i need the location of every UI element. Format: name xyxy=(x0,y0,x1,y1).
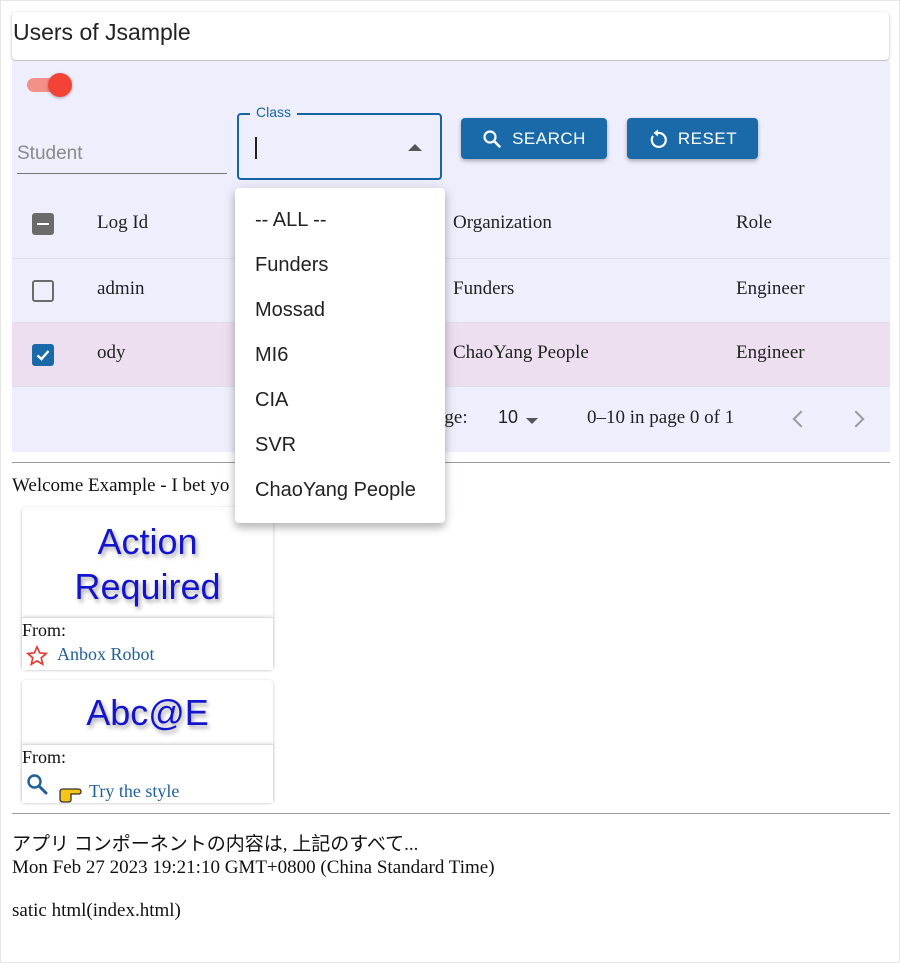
timestamp-text: Mon Feb 27 2023 19:21:10 GMT+0800 (China… xyxy=(12,857,495,878)
table-row[interactable]: admin Funders Engineer xyxy=(12,259,890,323)
class-option-funders[interactable]: Funders xyxy=(235,243,445,288)
select-all-checkbox[interactable] xyxy=(32,213,54,235)
student-field xyxy=(17,139,227,174)
class-option-all[interactable]: -- ALL -- xyxy=(235,198,445,243)
from-label: From: xyxy=(22,620,67,640)
app-bar: Users of Jsample xyxy=(12,12,889,60)
static-html-text: satic html(index.html) xyxy=(12,900,181,921)
check-icon xyxy=(36,350,50,361)
welcome-text: Welcome Example - I bet yo xyxy=(12,475,230,496)
card-headline: Abc@E xyxy=(86,692,209,733)
users-panel: Class SEARCH RESET Log Id Organization R… xyxy=(12,61,890,452)
next-page-icon[interactable] xyxy=(847,410,865,428)
table-row[interactable]: ody ChaoYang People Engineer xyxy=(12,323,890,387)
row-checkbox[interactable] xyxy=(32,344,54,366)
message-card: Abc@E From: Try the style xyxy=(22,680,273,803)
rows-per-page-select[interactable]: 10 xyxy=(498,407,518,428)
cell-logid: admin xyxy=(97,278,145,299)
row-checkbox[interactable] xyxy=(32,280,54,302)
pointing-hand-icon xyxy=(59,788,82,803)
message-card: Action Required From: Anbox Robot xyxy=(22,507,273,670)
cell-organization: Funders xyxy=(453,278,515,299)
class-option-chaoyang-people[interactable]: ChaoYang People xyxy=(235,468,445,513)
divider xyxy=(12,462,890,463)
class-option-mi6[interactable]: MI6 xyxy=(235,333,445,378)
column-header-logid[interactable]: Log Id xyxy=(97,212,148,234)
card-footer: From: Anbox Robot xyxy=(22,617,273,670)
search-icon xyxy=(483,129,501,148)
column-header-organization[interactable]: Organization xyxy=(453,212,552,234)
class-select[interactable]: Class xyxy=(237,104,442,180)
search-button[interactable]: SEARCH xyxy=(461,118,607,159)
table-header: Log Id Organization Role xyxy=(12,190,890,259)
japanese-summary-text: アプリ コンポーネントの内容は, 上記のすべて... xyxy=(12,834,419,855)
chevron-down-icon[interactable] xyxy=(526,418,538,424)
page-info: 0–10 in page 0 of 1 xyxy=(587,407,735,428)
column-header-role[interactable]: Role xyxy=(736,212,772,234)
page-title: Users of Jsample xyxy=(13,19,191,45)
divider xyxy=(12,813,890,814)
toggle-thumb[interactable] xyxy=(48,73,72,97)
table-pagination: age: 10 0–10 in page 0 of 1 xyxy=(12,387,890,452)
text-cursor xyxy=(255,137,257,159)
previous-page-icon[interactable] xyxy=(792,410,810,428)
class-option-cia[interactable]: CIA xyxy=(235,378,445,423)
card-headline: Action Required xyxy=(22,507,273,609)
cell-organization: ChaoYang People xyxy=(453,342,589,363)
reset-button[interactable]: RESET xyxy=(627,118,758,159)
card-footer: From: Try the style xyxy=(22,744,273,803)
try-the-style-link[interactable]: Try the style xyxy=(89,781,179,802)
class-dropdown-menu: -- ALL -- Funders Mossad MI6 CIA SVR Cha… xyxy=(235,188,445,523)
search-button-label: SEARCH xyxy=(512,128,586,148)
card-headline-line2: Required xyxy=(74,566,221,607)
student-input[interactable] xyxy=(17,139,227,169)
reset-icon xyxy=(650,129,667,148)
search-icon xyxy=(27,774,48,795)
class-option-mossad[interactable]: Mossad xyxy=(235,288,445,333)
cell-logid: ody xyxy=(97,342,126,363)
class-label: Class xyxy=(250,104,298,120)
star-outline-icon xyxy=(26,645,48,666)
cell-role: Engineer xyxy=(736,342,805,363)
caret-up-icon[interactable] xyxy=(408,144,422,151)
toggle-switch[interactable] xyxy=(27,73,75,97)
class-option-svr[interactable]: SVR xyxy=(235,423,445,468)
reset-button-label: RESET xyxy=(677,128,738,148)
anbox-robot-link[interactable]: Anbox Robot xyxy=(57,644,155,665)
card-headline-line1: Action xyxy=(97,521,198,562)
from-label: From: xyxy=(22,747,67,767)
cell-role: Engineer xyxy=(736,278,805,299)
